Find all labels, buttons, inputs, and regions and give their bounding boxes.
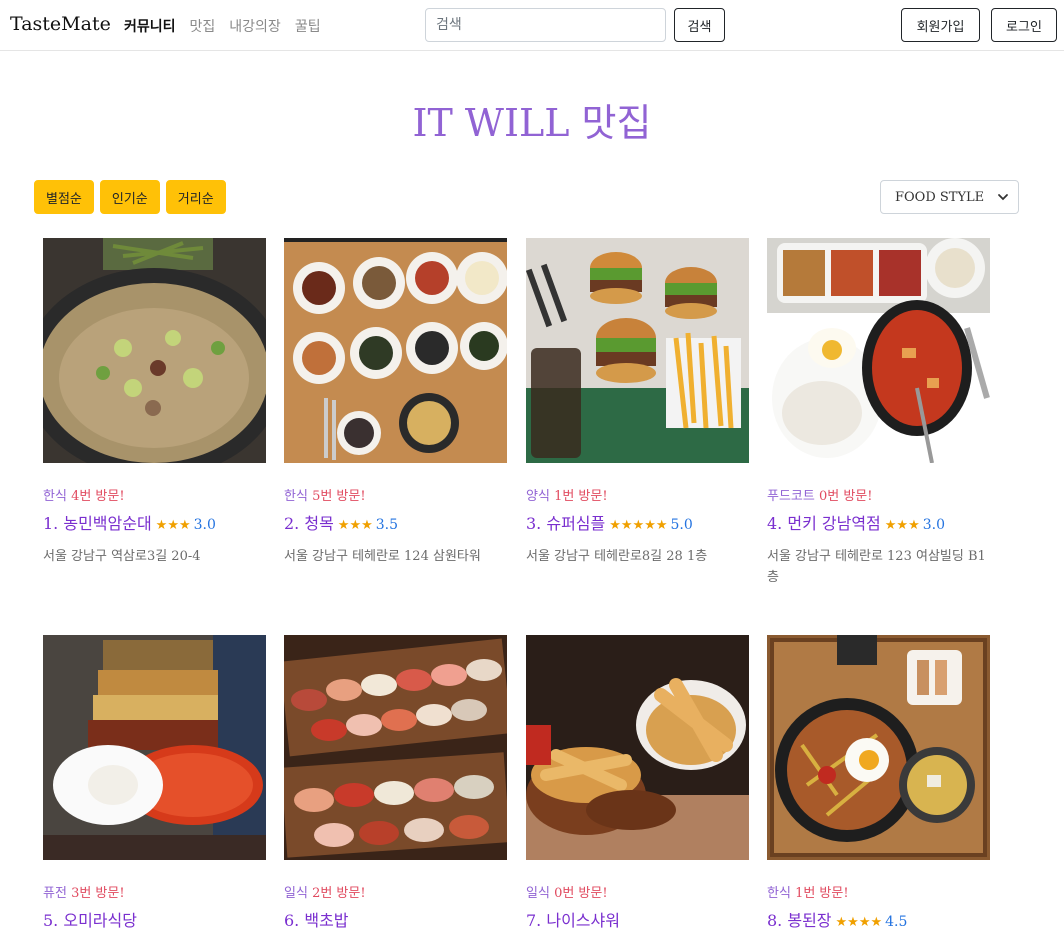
restaurant-visits: 0번 방문! (818, 489, 873, 504)
top-navbar: TasteMate 커뮤니티 맛집 내강의장 꿀팁 검색 회원가입 로그인 (0, 0, 1064, 51)
restaurant-category: 한식 (284, 489, 308, 504)
restaurant-meta: 양식 1번 방문! (526, 485, 749, 504)
rating-stars: ★★★ (884, 518, 920, 533)
restaurant-name[interactable]: 8. 봉된장 (767, 911, 832, 930)
rating-score: 4.5 (885, 914, 908, 930)
restaurant-visits: 1번 방문! (554, 489, 608, 504)
nav-restaurants[interactable]: 맛집 (190, 16, 216, 36)
restaurant-card: 양식 1번 방문! 3. 슈퍼심플 ★★★★★ 5.0 서울 강남구 테헤란로8길 … (526, 238, 749, 567)
restaurant-meta: 퓨전 3번 방문! (43, 882, 266, 901)
restaurant-name[interactable]: 5. 오미라식당 (43, 911, 137, 930)
restaurant-photo[interactable] (43, 238, 266, 463)
rating-stars: ★★★ (337, 518, 373, 533)
sort-by-rating-button[interactable]: 별점순 (34, 180, 94, 214)
restaurant-name[interactable]: 6. 백초밥 (284, 911, 349, 930)
restaurant-visits: 5번 방문! (312, 489, 366, 504)
signup-button[interactable]: 회원가입 (901, 8, 980, 42)
sort-by-popularity-button[interactable]: 인기순 (99, 180, 160, 214)
restaurant-meta: 한식 1번 방문! (767, 882, 990, 901)
restaurant-address: 서울 강남구 역삼로3길 20-4 (43, 549, 201, 564)
restaurant-visits: 0번 방문! (554, 886, 608, 901)
restaurant-category: 한식 (767, 886, 791, 901)
restaurant-category: 일식 (526, 886, 550, 901)
nav-tips[interactable]: 꿀팁 (295, 16, 321, 36)
restaurant-card: 일식 0번 방문! 7. 나이스샤워 (526, 635, 749, 931)
rating-stars: ★★★ (155, 518, 191, 533)
restaurant-meta: 일식 0번 방문! (526, 882, 749, 901)
restaurant-meta: 한식 4번 방문! (43, 485, 266, 504)
restaurant-category: 푸드코트 (767, 489, 815, 504)
food-style-select-label: FOOD STYLE (895, 189, 985, 205)
restaurant-meta: 푸드코트 0번 방문! (767, 485, 990, 504)
restaurant-photo[interactable] (284, 238, 507, 463)
restaurant-category: 일식 (284, 886, 308, 901)
restaurant-category: 양식 (526, 489, 550, 504)
nav-links: 커뮤니티 맛집 내강의장 꿀팁 (124, 16, 321, 36)
page-title: IT WILL 맛집 (412, 101, 652, 145)
rating-score: 3.5 (375, 517, 399, 533)
restaurant-card: 퓨전 3번 방문! 5. 오미라식당 (43, 635, 266, 931)
rating-score: 3.0 (922, 517, 945, 533)
restaurant-visits: 1번 방문! (795, 886, 849, 901)
restaurant-name[interactable]: 3. 슈퍼심플 (526, 514, 605, 533)
restaurant-name[interactable]: 1. 농민백암순대 (43, 514, 152, 533)
restaurant-meta: 일식 2번 방문! (284, 882, 507, 901)
brand-logo[interactable]: TasteMate (10, 13, 111, 35)
restaurant-card: 한식 5번 방문! 2. 청목 ★★★ 3.5 서울 강남구 테헤란로 124 삼원… (284, 238, 507, 567)
login-button[interactable]: 로그인 (991, 8, 1057, 42)
restaurant-photo[interactable] (526, 635, 749, 860)
rating-score: 3.0 (193, 517, 216, 533)
restaurant-visits: 2번 방문! (312, 886, 366, 901)
restaurant-address: 서울 강남구 테헤란로 124 삼원타워 (284, 549, 481, 564)
restaurant-address: 서울 강남구 테헤란로 123 여삼빌딩 B1층 (767, 549, 986, 585)
chevron-down-icon (998, 194, 1008, 201)
restaurant-meta: 한식 5번 방문! (284, 485, 507, 504)
restaurant-photo[interactable] (43, 635, 266, 860)
nav-community[interactable]: 커뮤니티 (124, 16, 176, 36)
search-button[interactable]: 검색 (674, 8, 725, 42)
restaurant-visits: 3번 방문! (71, 886, 125, 901)
restaurant-photo[interactable] (767, 635, 990, 860)
restaurant-photo[interactable] (526, 238, 749, 463)
restaurant-card: 한식 1번 방문! 8. 봉된장 ★★★★ 4.5 (767, 635, 990, 931)
sort-button-group: 별점순 인기순 거리순 (34, 180, 226, 214)
restaurant-card: 푸드코트 0번 방문! 4. 먼키 강남역점 ★★★ 3.0 서울 강남구 테헤란로… (767, 238, 990, 588)
restaurant-name[interactable]: 2. 청목 (284, 514, 334, 533)
food-style-select[interactable]: FOOD STYLE (880, 180, 1019, 214)
restaurant-visits: 4번 방문! (71, 489, 125, 504)
restaurant-card: 일식 2번 방문! 6. 백초밥 (284, 635, 507, 931)
restaurant-address: 서울 강남구 테헤란로8길 28 1층 (526, 549, 708, 564)
rating-stars: ★★★★ (835, 915, 883, 930)
rating-stars: ★★★★★ (609, 518, 668, 533)
search-input[interactable] (425, 8, 666, 42)
restaurant-photo[interactable] (284, 635, 507, 860)
restaurant-photo[interactable] (767, 238, 990, 463)
sort-by-distance-button[interactable]: 거리순 (165, 180, 226, 214)
rating-score: 5.0 (670, 517, 693, 533)
nav-lecture-room[interactable]: 내강의장 (229, 16, 281, 36)
restaurant-card: 한식 4번 방문! 1. 농민백암순대 ★★★ 3.0 서울 강남구 역삼로3길 2… (43, 238, 266, 567)
restaurant-name[interactable]: 7. 나이스샤워 (526, 911, 620, 930)
restaurant-category: 퓨전 (43, 886, 67, 901)
restaurant-category: 한식 (43, 489, 67, 504)
restaurant-name[interactable]: 4. 먼키 강남역점 (767, 514, 881, 533)
